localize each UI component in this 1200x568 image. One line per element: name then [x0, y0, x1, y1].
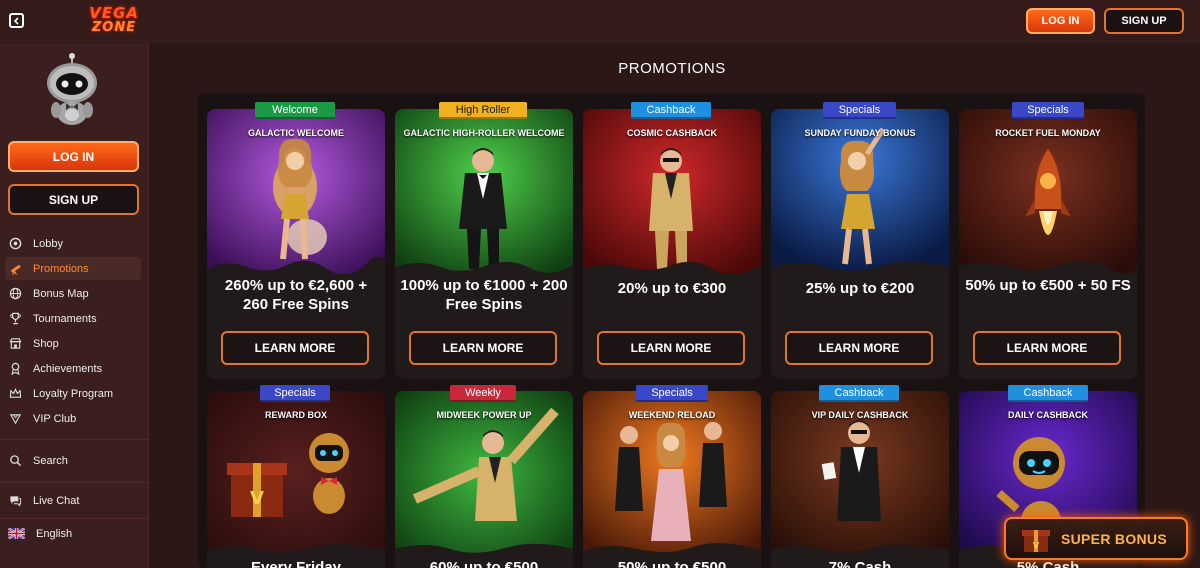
promo-title: VIP DAILY CASHBACK: [811, 410, 909, 420]
promo-title: DAILY CASHBACK: [1007, 410, 1088, 420]
promo-category-badge: Weekly: [450, 385, 516, 402]
promo-title: COSMIC CASHBACK: [627, 128, 717, 138]
promo-category-badge: Specials: [636, 385, 708, 402]
sidebar-item-loyalty-program[interactable]: Loyalty Program: [5, 382, 141, 405]
promo-title: GALACTIC WELCOME: [248, 128, 344, 138]
sidebar-divider: [0, 518, 149, 519]
promo-card-galactic-high-roller[interactable]: GALACTIC HIGH-ROLLER WELCOME 100% up to …: [395, 109, 573, 379]
promo-category-badge: Specials: [823, 102, 896, 119]
promo-category-badge: Cashback: [819, 385, 899, 402]
promo-offer: 20% up to €300: [617, 280, 727, 297]
promo-title: MIDWEEK POWER UP: [436, 410, 532, 420]
logo-text-bottom: ZONE: [91, 20, 137, 35]
sidebar-item-label: Loyalty Program: [33, 387, 114, 400]
promo-offer: 100% up to €1000 + 200 Free Spins: [400, 277, 568, 313]
promo-card-vip-daily-cashback[interactable]: VIP DAILY CASHBACK 7% Cash: [771, 391, 949, 568]
vegazone-logo[interactable]: VEGA ZONE: [78, 3, 150, 37]
promo-offer: 260% up to €2,600 + 260 Free Spins: [224, 277, 368, 313]
promo-title: SUNDAY FUNDAY BONUS: [804, 128, 916, 138]
sidebar-item-achievements[interactable]: Achievements: [5, 357, 141, 380]
promo-card-sunday-funday[interactable]: SUNDAY FUNDAY BONUS 25% up to €200 LEARN…: [771, 109, 949, 379]
header-login-button[interactable]: LOG IN: [1026, 8, 1095, 34]
sidebar-item-vip-club[interactable]: VIP Club: [5, 407, 141, 430]
promo-category-badge: Cashback: [1008, 385, 1088, 402]
achievements-icon: [8, 362, 22, 376]
learn-more-button[interactable]: LEARN MORE: [973, 331, 1121, 365]
promo-offer: 60% up to €500: [429, 559, 539, 568]
promo-offer: 50% up to €500: [617, 559, 727, 568]
promo-offer: 25% up to €200: [805, 280, 915, 297]
promo-card-weekend-reload[interactable]: WEEKEND RELOAD 50% up to €500: [583, 391, 761, 568]
card-wave: [583, 261, 761, 279]
promo-category-badge: Cashback: [631, 102, 711, 119]
language-selector[interactable]: English: [5, 522, 141, 545]
globe-icon: [8, 287, 22, 301]
sidebar-item-label: Lobby: [33, 237, 63, 250]
promo-card-midweek-power-up[interactable]: MIDWEEK POWER UP 60% up to €500: [395, 391, 573, 568]
promo-title: WEEKEND RELOAD: [628, 410, 716, 420]
search-icon: [8, 454, 22, 468]
card-wave: [771, 261, 949, 279]
chat-icon: [8, 494, 22, 508]
gift-box-icon: V: [1022, 529, 1050, 552]
learn-more-button[interactable]: LEARN MORE: [221, 331, 369, 365]
promo-title: ROCKET FUEL MONDAY: [995, 128, 1101, 138]
sidebar-divider: [0, 439, 149, 440]
sidebar-item-label: Bonus Map: [33, 287, 89, 300]
sidebar-search[interactable]: Search: [5, 449, 141, 472]
svg-text:V: V: [1033, 541, 1040, 550]
uk-flag-icon: [8, 527, 25, 541]
lobby-icon: [8, 237, 22, 251]
collapse-sidebar-icon[interactable]: [9, 13, 24, 28]
robot-avatar: [38, 53, 106, 125]
promo-card-reward-box[interactable]: V REWARD BOX Every Friday: [207, 391, 385, 568]
crown-icon: [8, 387, 22, 401]
sidebar-live-chat[interactable]: Live Chat: [5, 489, 141, 512]
promo-offer: 50% up to €500 + 50 FS: [965, 277, 1131, 294]
vip-icon: [8, 412, 22, 426]
promo-card-galactic-welcome[interactable]: GALACTIC WELCOME 260% up to €2,600 + 260…: [207, 109, 385, 379]
sidebar: LOG IN SIGN UP Lobby Promotions Bonus Ma…: [0, 43, 149, 568]
svg-text:V: V: [250, 488, 264, 509]
top-bar: VEGA ZONE LOG IN SIGN UP: [0, 0, 1200, 42]
learn-more-button[interactable]: LEARN MORE: [409, 331, 557, 365]
sidebar-item-label: Tournaments: [33, 312, 97, 325]
promo-category-badge: Welcome: [255, 102, 335, 119]
sidebar-item-label: Shop: [33, 337, 59, 350]
sidebar-item-lobby[interactable]: Lobby: [5, 232, 141, 255]
promo-category-badge: High Roller: [439, 102, 527, 119]
sidebar-item-label: VIP Club: [33, 412, 77, 425]
promo-category-badge: Specials: [260, 385, 330, 402]
super-bonus-label: SUPER BONUS: [1061, 530, 1167, 547]
sidebar-item-bonus-map[interactable]: Bonus Map: [5, 282, 141, 305]
promo-category-badge: Specials: [1012, 102, 1084, 119]
sidebar-item-promotions[interactable]: Promotions: [5, 257, 141, 280]
sidebar-login-button[interactable]: LOG IN: [8, 141, 139, 172]
promo-title: REWARD BOX: [264, 410, 327, 420]
learn-more-button[interactable]: LEARN MORE: [597, 331, 745, 365]
sidebar-item-label: Achievements: [33, 362, 103, 375]
learn-more-button[interactable]: LEARN MORE: [785, 331, 933, 365]
promo-offer: Every Friday: [250, 559, 342, 568]
promo-card-rocket-fuel-monday[interactable]: ROCKET FUEL MONDAY 50% up to €500 + 50 F…: [959, 109, 1137, 379]
page-title: PROMOTIONS: [618, 60, 726, 77]
sidebar-item-label: Promotions: [33, 262, 89, 275]
super-bonus-button[interactable]: V SUPER BONUS: [1004, 517, 1188, 560]
promo-offer: 7% Cash: [828, 559, 892, 568]
shop-icon: [8, 337, 22, 351]
sidebar-divider: [0, 482, 149, 483]
header-signup-button[interactable]: SIGN UP: [1104, 8, 1184, 34]
sidebar-item-shop[interactable]: Shop: [5, 332, 141, 355]
telescope-icon: [8, 262, 22, 276]
search-label: Search: [33, 454, 68, 467]
live-chat-label: Live Chat: [33, 494, 80, 507]
language-label: English: [36, 527, 73, 540]
promo-card-cosmic-cashback[interactable]: COSMIC CASHBACK 20% up to €300 LEARN MOR…: [583, 109, 761, 379]
trophy-icon: [8, 312, 22, 326]
promo-title: GALACTIC HIGH-ROLLER WELCOME: [403, 128, 565, 138]
sidebar-signup-button[interactable]: SIGN UP: [8, 184, 139, 215]
sidebar-item-tournaments[interactable]: Tournaments: [5, 307, 141, 330]
